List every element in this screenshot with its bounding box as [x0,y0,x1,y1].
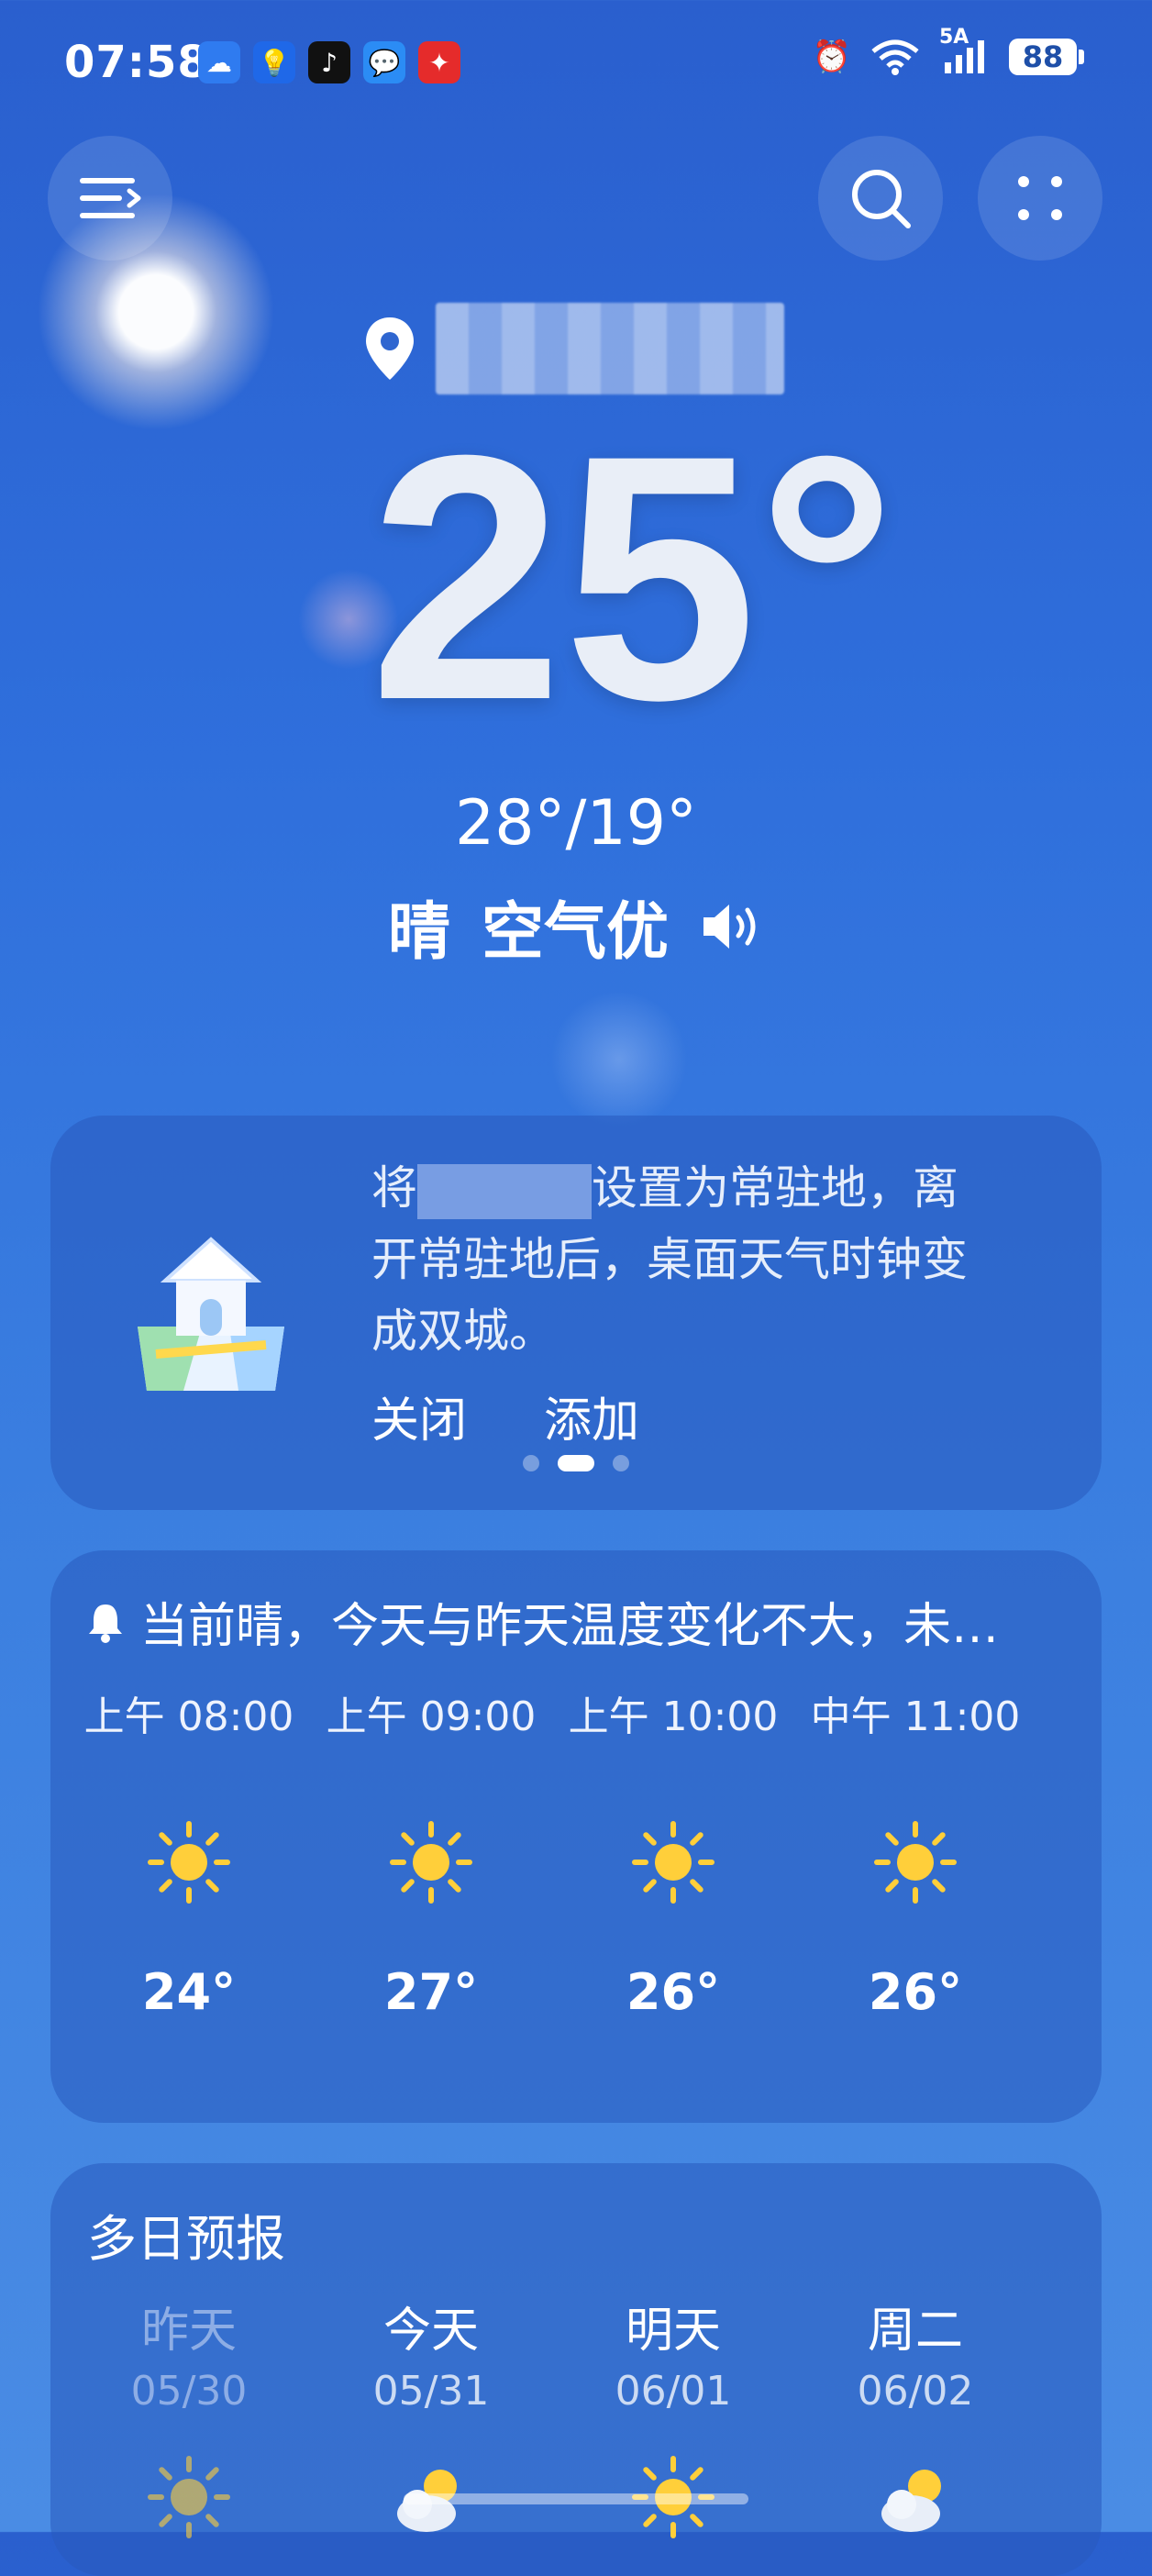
network-type-label: 5A [939,26,969,49]
battery-icon: 88 [1009,39,1084,75]
news-app-icon: ✦ [418,41,460,83]
wifi-icon [871,39,919,75]
grid-dots-icon [1018,176,1062,220]
hourly-item: 中午 11:00 26° [794,1683,1036,2021]
hour-temperature: 27° [383,1963,479,2021]
hourly-item: 上午 09:00 27° [310,1683,552,2021]
battery-level: 88 [1009,39,1077,75]
home-card-message: 将 设置为常驻地，离 开常驻地后，桌面天气时钟变 成双城。 [371,1152,1050,1367]
air-quality: 空气优 [482,896,670,969]
current-temperature: 25° [369,383,897,772]
hour-temperature: 24° [141,1963,237,2021]
hourly-item: 上午 10:00 26° [552,1683,794,2021]
hourly-list: 上午 08:00 24° 上午 09:00 27° 上午 10:00 26° 中… [68,1683,1119,2021]
hourly-item: 上午 08:00 24° [68,1683,310,2021]
hour-time: 中午 11:00 [810,1693,1021,1740]
temperature-range: 28°/19° [455,787,697,860]
hour-temperature: 26° [868,1963,963,2021]
daily-item[interactable]: 周二 06/02 [794,2292,1036,2543]
menu-button[interactable] [48,136,172,261]
sun-icon [68,2451,310,2543]
day-date: 06/02 [857,2368,974,2415]
sun-icon [310,1803,552,1922]
day-date: 05/30 [130,2368,248,2415]
add-button[interactable]: 添加 [544,1382,639,1450]
day-date: 06/01 [615,2368,732,2415]
location-label[interactable] [362,303,784,394]
day-name: 明天 [625,2304,721,2359]
partly-cloudy-icon [794,2451,1036,2543]
pager-dot-active[interactable] [558,1455,594,1471]
bell-icon [89,1604,122,1643]
location-pin-icon [366,317,414,380]
status-bar: 07:58 ☁ 💡 ♪ 💬 ✦ ⏰ 5A 88 [0,0,1152,128]
weather-condition: 晴 [387,896,450,969]
home-card-line2: 开常驻地后，桌面天气时钟变 [371,1233,968,1286]
message-app-icon: 💬 [363,41,405,83]
alarm-icon: ⏰ [812,39,851,75]
sun-icon [794,1803,1036,1922]
sun-icon [68,1803,310,1922]
daily-item[interactable]: 昨天 05/30 [68,2292,310,2543]
search-icon [852,170,911,228]
search-button[interactable] [818,136,943,261]
day-date: 05/31 [372,2368,490,2415]
weather-app-icon: ☁ [198,41,240,83]
tips-app-icon: 💡 [253,41,295,83]
daily-forecast-card[interactable]: 多日预报 昨天 05/30 今天 05/31 明天 06/01 周二 06/02 [50,2163,1102,2576]
daily-forecast-title: 多日预报 [87,2210,285,2268]
sun-icon [552,1803,794,1922]
status-app-icons: ☁ 💡 ♪ 💬 ✦ [198,41,460,83]
pager-dots [50,1455,1102,1471]
lens-flare [550,991,688,1128]
daily-item[interactable]: 明天 06/01 [552,2292,794,2543]
hour-time: 上午 10:00 [568,1693,779,1740]
hour-time: 上午 09:00 [326,1693,537,1740]
alert-text: 当前晴，今天与昨天温度变化不大，未… [140,1599,1000,1654]
home-map-icon [138,1237,284,1391]
daily-list: 昨天 05/30 今天 05/31 明天 06/01 周二 06/02 [68,2292,1084,2543]
pager-dot[interactable] [523,1455,539,1471]
pager-dot[interactable] [613,1455,629,1471]
tiktok-app-icon: ♪ [308,41,350,83]
home-card-line1-start: 将 [371,1161,417,1215]
status-system-icons: ⏰ 5A 88 [812,26,1084,75]
close-button[interactable]: 关闭 [371,1382,467,1450]
home-card-line1-end: 设置为常驻地，离 [592,1161,958,1215]
home-indicator[interactable] [404,2493,748,2504]
day-name: 今天 [382,2304,479,2359]
status-time: 07:58 [64,37,209,88]
condition-row: 晴 空气优 [0,881,1152,972]
location-name-blurred [436,303,784,394]
hour-temperature: 26° [626,1963,721,2021]
day-name: 昨天 [140,2304,237,2359]
weather-alert[interactable]: 当前晴，今天与昨天温度变化不大，未… [87,1587,999,1656]
day-name: 周二 [867,2304,963,2359]
hourly-forecast-card[interactable]: 当前晴，今天与昨天温度变化不大，未… 上午 08:00 24° 上午 09:00… [50,1550,1102,2123]
home-city-card: 将 设置为常驻地，离 开常驻地后，桌面天气时钟变 成双城。 关闭 添加 [50,1116,1102,1510]
menu-icon [80,178,141,218]
blurred-city-name [417,1163,592,1219]
speaker-icon[interactable] [700,901,764,952]
daily-item[interactable]: 今天 05/31 [310,2292,552,2543]
home-card-line3: 成双城。 [371,1305,555,1358]
cellular-signal-icon: 5A [939,26,991,75]
more-options-button[interactable] [978,136,1102,261]
hour-time: 上午 08:00 [83,1693,294,1740]
